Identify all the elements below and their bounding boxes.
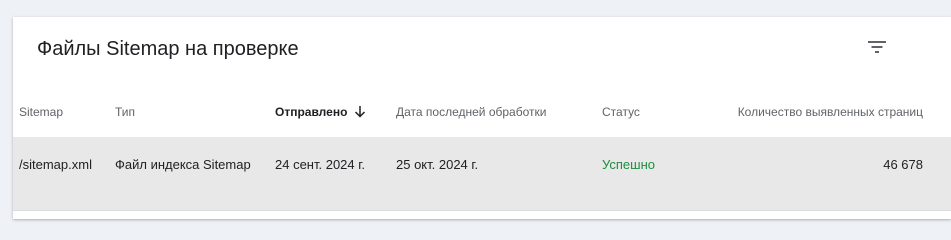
card-title: Файлы Sitemap на проверке	[37, 38, 299, 60]
arrow-down-icon	[354, 105, 366, 122]
cell-last-processed: 25 окт. 2024 г.	[396, 157, 479, 172]
cell-status: Успешно	[602, 157, 655, 172]
cell-submitted: 24 сент. 2024 г.	[275, 157, 366, 172]
filter-icon	[868, 41, 886, 53]
cell-discovered-pages: 46 678	[883, 157, 923, 172]
sitemaps-card: Файлы Sitemap на проверке Sitemap Тип От…	[13, 17, 951, 219]
column-header-type[interactable]: Тип	[115, 104, 135, 120]
column-header-last-processed[interactable]: Дата последней обработки	[396, 104, 546, 120]
table-header: Sitemap Тип Отправлено Дата последней об…	[13, 89, 951, 137]
cell-sitemap[interactable]: /sitemap.xml	[19, 152, 95, 177]
cell-type: Файл индекса Sitemap	[115, 157, 251, 172]
column-header-discovered-pages[interactable]: Количество выявленных страниц	[738, 104, 923, 120]
filter-button[interactable]	[862, 32, 892, 62]
column-header-sitemap[interactable]: Sitemap	[19, 104, 63, 120]
column-header-submitted[interactable]: Отправлено	[275, 104, 366, 122]
table-row[interactable]: /sitemap.xml Файл индекса Sitemap 24 сен…	[13, 137, 951, 211]
column-header-status[interactable]: Статус	[602, 104, 640, 120]
